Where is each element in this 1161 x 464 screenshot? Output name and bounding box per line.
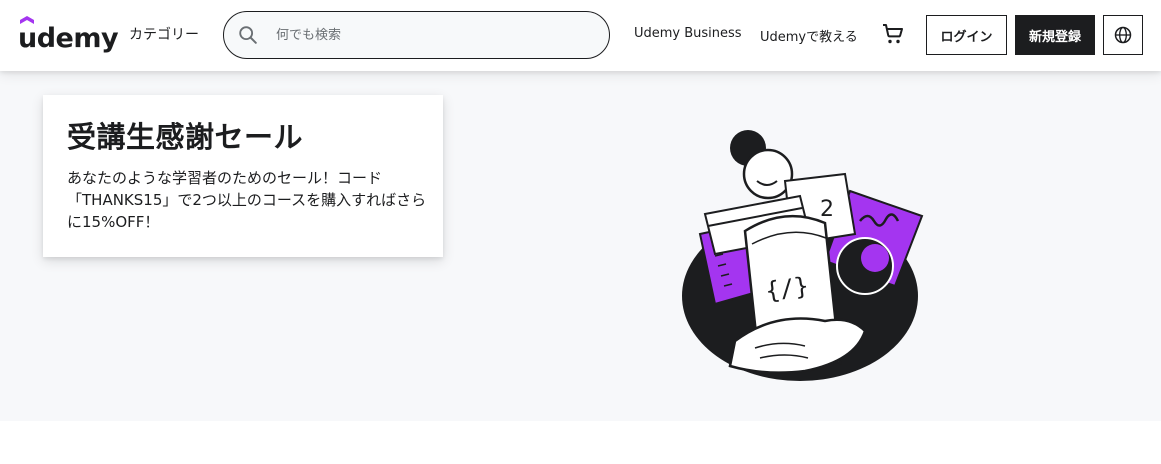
promo-card: 受講生感謝セール あなたのような学習者のためのセール！コード「THANKS15」… xyxy=(43,95,443,257)
promo-title: 受講生感謝セール xyxy=(67,120,304,154)
header: udemy カテゴリー Udemy Business Udemyで教える ログイ… xyxy=(0,0,1161,71)
search-input[interactable] xyxy=(276,24,596,46)
hero-banner: 受講生感謝セール あなたのような学習者のためのセール！コード「THANKS15」… xyxy=(0,71,1161,421)
search-icon[interactable] xyxy=(237,24,259,46)
hero-illustration: 2 {/} xyxy=(682,130,924,381)
teach-on-udemy-link[interactable]: Udemyで教える xyxy=(760,26,858,45)
logo-text: udemy xyxy=(18,23,119,54)
login-button[interactable]: ログイン xyxy=(926,15,1007,55)
udemy-logo[interactable]: udemy xyxy=(18,16,119,54)
promo-description: あなたのような学習者のためのセール！コード「THANKS15」で2つ以上のコース… xyxy=(67,169,427,231)
globe-icon xyxy=(1114,26,1132,44)
cart-icon[interactable] xyxy=(881,22,905,46)
svg-text:2: 2 xyxy=(820,197,834,222)
language-button[interactable] xyxy=(1103,15,1143,55)
signup-button[interactable]: 新規登録 xyxy=(1015,15,1095,55)
categories-menu[interactable]: カテゴリー xyxy=(129,24,199,44)
logo-hat-icon xyxy=(20,16,34,24)
search-bar[interactable] xyxy=(223,11,610,59)
udemy-business-link[interactable]: Udemy Business xyxy=(634,26,742,41)
svg-text:{/}: {/} xyxy=(764,272,811,306)
